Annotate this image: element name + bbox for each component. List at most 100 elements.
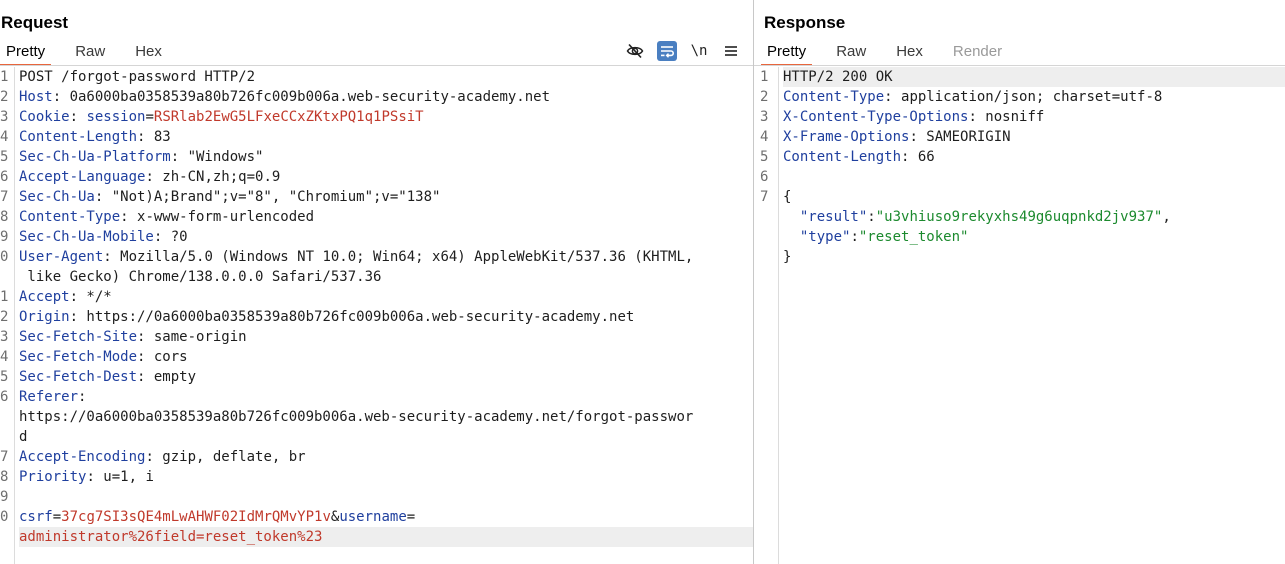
request-line: 6 Accept-Language: zh-CN,zh;q=0.9 — [0, 167, 753, 187]
header-key: Accept-Encoding — [19, 449, 146, 465]
line-number: 3 — [0, 329, 9, 345]
line-number: 6 — [760, 169, 769, 185]
response-json-line: "type":"reset_token" — [783, 227, 1285, 247]
header-key: Sec-Fetch-Site — [19, 329, 138, 345]
header-key: User-Agent — [19, 249, 104, 265]
line-number: 0 — [0, 249, 9, 265]
request-editor[interactable]: 1 POST /forgot-password HTTP/2 2 Host: 0a6… — [0, 67, 753, 564]
line-number: 3 — [0, 109, 9, 125]
request-line: 2 Origin: https://0a6000ba0358539a80b726f… — [0, 307, 753, 327]
request-line: 2 Host: 0a6000ba0358539a80b726fc009b006a.… — [0, 87, 753, 107]
tab-pretty[interactable]: Pretty — [0, 40, 52, 66]
request-line: 5 Sec-Fetch-Dest: empty — [0, 367, 753, 387]
response-line: 4 X-Frame-Options: SAMEORIGIN — [760, 127, 1285, 147]
header-key: Accept-Language — [19, 169, 146, 185]
header-value: : Mozilla/5.0 (Windows NT 10.0; Win64; x… — [103, 249, 694, 265]
header-value-continuation: like Gecko) Chrome/138.0.0.0 Safari/537.… — [19, 269, 382, 285]
request-line: 7 Accept-Encoding: gzip, deflate, br — [0, 447, 753, 467]
header-key: Host — [19, 89, 53, 105]
line-number: 1 — [0, 69, 9, 85]
json-value: "u3vhiuso9rekyxhs49g6uqpnkd2jv937" — [875, 209, 1163, 225]
request-line: 6 Referer: — [0, 387, 753, 407]
newline-toggle-button[interactable]: \n — [689, 41, 709, 61]
request-line: 5 Sec-Ch-Ua-Platform: "Windows" — [0, 147, 753, 167]
header-value: : SAMEORIGIN — [909, 129, 1011, 145]
json-key: "result" — [799, 209, 868, 225]
header-key: Sec-Fetch-Dest — [19, 369, 138, 385]
tab-raw[interactable]: Raw — [69, 40, 111, 64]
wrap-lines-icon[interactable] — [657, 41, 677, 61]
cookie-value: RSRlab2EwG5LFxeCCxZKtxPQ1q1PSsiT — [153, 109, 424, 125]
response-title: Response — [764, 13, 846, 32]
header-key: Referer — [19, 389, 79, 405]
line-number: 4 — [0, 349, 9, 365]
header-value: : gzip, deflate, br — [145, 449, 306, 465]
request-line: 4 Content-Length: 83 — [0, 127, 753, 147]
response-json-line: "result":"u3vhiuso9rekyxhs49g6uqpnkd2jv9… — [783, 207, 1285, 227]
request-code: 1 POST /forgot-password HTTP/2 2 Host: 0a6… — [0, 67, 753, 547]
hamburger-menu-icon[interactable] — [721, 41, 741, 61]
param-equals: = — [406, 509, 416, 525]
request-line: 8 Priority: u=1, i — [0, 467, 753, 487]
request-line: 0 csrf=37cg7SI3sQE4mLwAHWF02IdMrQMvYP1v&u… — [0, 507, 753, 527]
json-key: "type" — [799, 229, 851, 245]
response-line: 3 X-Content-Type-Options: nosniff — [760, 107, 1285, 127]
header-separator: : — [69, 109, 87, 125]
header-key: X-Content-Type-Options — [783, 109, 969, 125]
response-line-current: 1 HTTP/2 200 OK — [760, 67, 1285, 87]
line-number: 5 — [0, 149, 9, 165]
line-number: 4 — [0, 129, 9, 145]
request-line: 1 Accept: */* — [0, 287, 753, 307]
header-key: Content-Length — [783, 149, 902, 165]
header-value: : 0a6000ba0358539a80b726fc009b006a.web-s… — [52, 89, 551, 105]
response-code: 1 HTTP/2 200 OK 2 Content-Type: applicatio… — [760, 67, 1285, 267]
tab-pretty[interactable]: Pretty — [761, 40, 813, 66]
line-number: 5 — [0, 369, 9, 385]
tab-raw[interactable]: Raw — [830, 40, 872, 64]
header-key: Cookie — [19, 109, 70, 125]
tab-hex[interactable]: Hex — [129, 40, 168, 64]
response-tab-underline — [754, 65, 1285, 66]
tab-hex[interactable]: Hex — [890, 40, 929, 64]
tab-render[interactable]: Render — [947, 40, 1008, 64]
header-value: : zh-CN,zh;q=0.9 — [145, 169, 281, 185]
request-line: 1 POST /forgot-password HTTP/2 — [0, 67, 753, 87]
json-colon: : — [867, 209, 876, 225]
line-number: 1 — [0, 289, 9, 305]
request-line: 8 Content-Type: x-www-form-urlencoded — [0, 207, 753, 227]
request-toolbar: \n — [625, 40, 741, 62]
header-key: Sec-Ch-Ua-Mobile — [19, 229, 154, 245]
cookie-name: session — [86, 109, 146, 125]
header-value-continuation: https://0a6000ba0358539a80b726fc009b006a… — [19, 409, 694, 425]
response-line: 2 Content-Type: application/json; charset… — [760, 87, 1285, 107]
param-name: username — [339, 509, 407, 525]
request-line-wrap: like Gecko) Chrome/138.0.0.0 Safari/537.… — [19, 267, 753, 287]
response-editor[interactable]: 1 HTTP/2 200 OK 2 Content-Type: applicatio… — [754, 67, 1285, 564]
response-line: 6 — [760, 167, 1285, 187]
line-number: 6 — [0, 169, 9, 185]
status-line: HTTP/2 200 OK — [783, 69, 893, 85]
request-line: 7 Sec-Ch-Ua: "Not)A;Brand";v="8", "Chromi… — [0, 187, 753, 207]
request-line-wrap: d — [19, 427, 753, 447]
header-value: : empty — [137, 369, 197, 385]
header-value: : application/json; charset=utf-8 — [884, 89, 1163, 105]
param-name: csrf — [19, 509, 53, 525]
param-equals: = — [52, 509, 62, 525]
request-line: 3 Sec-Fetch-Site: same-origin — [0, 327, 753, 347]
header-value: : u=1, i — [86, 469, 154, 485]
line-number: 9 — [0, 489, 9, 505]
header-key: Sec-Ch-Ua-Platform — [19, 149, 171, 165]
request-line: 9 — [0, 487, 753, 507]
request-line: 4 Sec-Fetch-Mode: cors — [0, 347, 753, 367]
header-value: : https://0a6000ba0358539a80b726fc009b00… — [69, 309, 635, 325]
header-value: : x-www-form-urlencoded — [120, 209, 315, 225]
line-number: 4 — [760, 129, 769, 145]
json-colon: : — [850, 229, 859, 245]
line-number: 9 — [0, 229, 9, 245]
header-key: X-Frame-Options — [783, 129, 910, 145]
request-tabs: Pretty Raw Hex — [0, 40, 186, 66]
response-json-line: } — [783, 247, 1285, 267]
eye-slash-icon[interactable] — [625, 41, 645, 61]
line-number: 0 — [0, 509, 9, 525]
request-line-wrap-current: administrator%26field=reset_token%23 — [19, 527, 753, 547]
